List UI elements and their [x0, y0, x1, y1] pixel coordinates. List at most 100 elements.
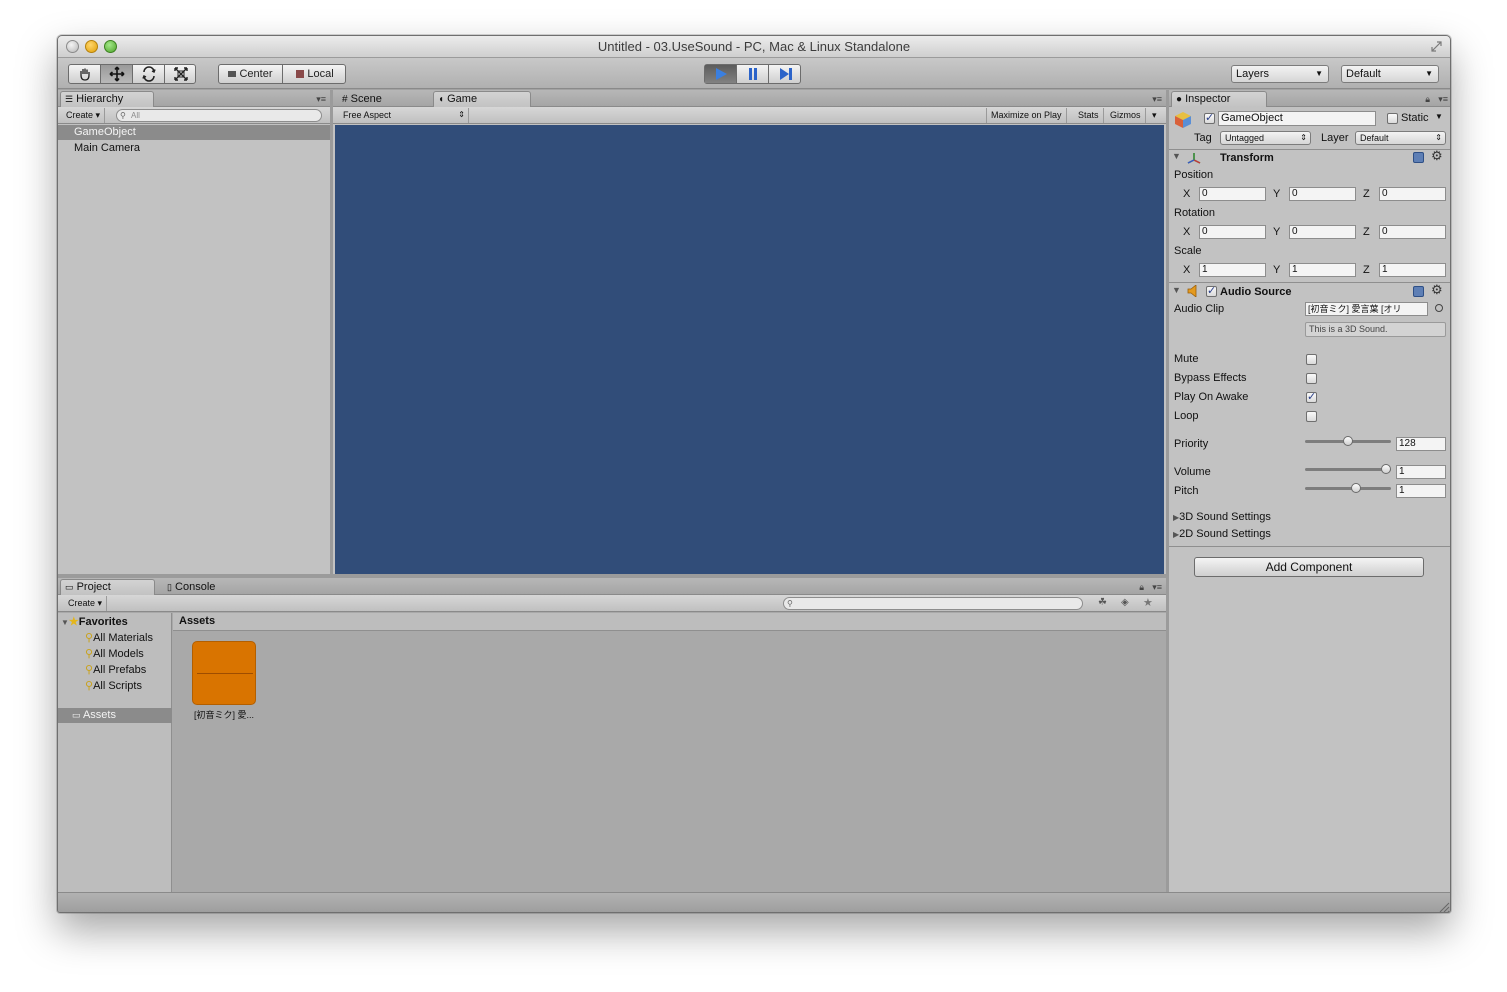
- panel-menu-icon[interactable]: ▾≡: [316, 94, 326, 105]
- slider-knob[interactable]: [1343, 436, 1353, 446]
- create-label: Create: [68, 598, 96, 608]
- scale-tool-button[interactable]: [165, 65, 197, 83]
- pitch-slider[interactable]: [1305, 481, 1391, 495]
- favorite-all-prefabs[interactable]: ⚲All Prefabs: [85, 663, 146, 676]
- static-dropdown-arrow-icon[interactable]: ▼: [1435, 112, 1443, 121]
- add-component-label: Add Component: [1265, 560, 1353, 574]
- transform-foldout-arrow-icon[interactable]: ▼: [1172, 151, 1181, 161]
- position-y-field[interactable]: 0: [1289, 187, 1356, 201]
- pause-button[interactable]: [737, 65, 769, 83]
- stats-toggle[interactable]: Stats: [1074, 108, 1104, 123]
- project-create-button[interactable]: Create ▾: [64, 596, 108, 611]
- priority-field[interactable]: 128: [1396, 437, 1446, 451]
- gizmos-toggle[interactable]: Gizmos: [1106, 108, 1146, 123]
- hierarchy-item-gameobject[interactable]: GameObject: [58, 125, 330, 140]
- space-local-button[interactable]: Local: [283, 65, 347, 83]
- favorite-all-materials[interactable]: ⚲All Materials: [85, 631, 153, 644]
- lock-icon[interactable]: 🔒︎: [1425, 94, 1430, 105]
- gear-icon[interactable]: ⚙: [1431, 148, 1443, 164]
- rotate-tool-button[interactable]: [133, 65, 165, 83]
- lock-icon[interactable]: 🔒︎: [1139, 582, 1144, 593]
- step-button[interactable]: [769, 65, 802, 83]
- volume-field[interactable]: 1: [1396, 465, 1446, 479]
- object-picker-icon[interactable]: [1435, 304, 1443, 312]
- tab-hierarchy[interactable]: ☰ Hierarchy: [60, 91, 154, 107]
- mute-checkbox[interactable]: [1306, 354, 1317, 365]
- panel-menu-icon[interactable]: ▾≡: [1438, 94, 1448, 105]
- favorite-label: All Scripts: [93, 680, 142, 692]
- layout-dropdown[interactable]: Default ▼: [1341, 65, 1439, 83]
- audio-clip-field[interactable]: [初音ミク] 愛言葉 [オリ: [1305, 302, 1428, 316]
- help-book-icon[interactable]: [1413, 286, 1424, 297]
- scale-y-field[interactable]: 1: [1289, 263, 1356, 277]
- tab-project[interactable]: ▭ Project: [60, 579, 155, 595]
- panel-menu-icon[interactable]: ▾≡: [1152, 94, 1162, 105]
- assets-folder-item[interactable]: ▭ Assets: [58, 708, 172, 723]
- hierarchy-search-input[interactable]: ⚲ All: [116, 109, 322, 122]
- hierarchy-item-main-camera[interactable]: Main Camera: [58, 141, 330, 156]
- pitch-field[interactable]: 1: [1396, 484, 1446, 498]
- maximize-on-play-toggle[interactable]: Maximize on Play: [986, 108, 1067, 123]
- rotation-y-label: Y: [1273, 226, 1281, 238]
- object-active-checkbox[interactable]: ✓: [1204, 113, 1215, 124]
- gizmos-dropdown[interactable]: ▾: [1148, 108, 1161, 123]
- sound-2d-settings-foldout[interactable]: ▶2D Sound Settings: [1173, 528, 1271, 540]
- slider-knob[interactable]: [1381, 464, 1391, 474]
- aspect-dropdown[interactable]: Free Aspect ⇕: [339, 108, 469, 123]
- loop-checkbox[interactable]: [1306, 411, 1317, 422]
- pivot-center-button[interactable]: Center: [219, 65, 283, 83]
- sound-3d-settings-foldout[interactable]: ▶3D Sound Settings: [1173, 511, 1271, 523]
- volume-slider[interactable]: [1305, 462, 1391, 476]
- tag-dropdown[interactable]: Untagged ⇕: [1220, 131, 1311, 145]
- tab-inspector[interactable]: ● Inspector: [1171, 91, 1267, 107]
- play-button[interactable]: [705, 65, 737, 83]
- add-component-button[interactable]: Add Component: [1194, 557, 1424, 577]
- position-x-field[interactable]: 0: [1199, 187, 1266, 201]
- panel-menu-icon[interactable]: ▾≡: [1152, 582, 1162, 593]
- position-x-label: X: [1183, 188, 1191, 200]
- bypass-effects-checkbox[interactable]: [1306, 373, 1317, 384]
- pitch-label: Pitch: [1174, 485, 1199, 497]
- filter-by-type-icon[interactable]: ☘: [1098, 597, 1107, 608]
- favorite-all-scripts[interactable]: ⚲All Scripts: [85, 679, 142, 692]
- move-tool-button[interactable]: [101, 65, 133, 83]
- position-z-field[interactable]: 0: [1379, 187, 1446, 201]
- rotation-y-field[interactable]: 0: [1289, 225, 1356, 239]
- fullscreen-icon[interactable]: [1431, 41, 1442, 52]
- project-search-input[interactable]: ⚲: [783, 597, 1083, 610]
- object-name-field[interactable]: GameObject: [1218, 111, 1376, 126]
- maximize-label: Maximize on Play: [991, 110, 1062, 120]
- layers-label: Layers: [1236, 68, 1270, 80]
- hand-tool-button[interactable]: [69, 65, 101, 83]
- layers-dropdown[interactable]: Layers ▼: [1231, 65, 1329, 83]
- tab-scene[interactable]: # Scene: [337, 91, 429, 107]
- game-viewport[interactable]: [335, 125, 1164, 574]
- help-book-icon[interactable]: [1413, 152, 1424, 163]
- filter-by-label-icon[interactable]: ◈: [1121, 597, 1129, 608]
- layer-dropdown[interactable]: Default ⇕: [1355, 131, 1446, 145]
- gear-icon[interactable]: ⚙: [1431, 282, 1443, 298]
- favorite-all-models[interactable]: ⚲All Models: [85, 647, 144, 660]
- asset-audio-clip[interactable]: [初音ミク] 愛...: [191, 641, 257, 721]
- search-icon: ⚲: [85, 664, 94, 676]
- rotation-label: Rotation: [1174, 207, 1215, 219]
- info-icon: ●: [1176, 94, 1183, 105]
- audio-foldout-arrow-icon[interactable]: ▼: [1172, 285, 1181, 295]
- hierarchy-create-button[interactable]: Create ▾: [62, 108, 106, 123]
- favorite-star-icon[interactable]: ★: [1143, 596, 1153, 609]
- scale-z-field[interactable]: 1: [1379, 263, 1446, 277]
- rotation-z-field[interactable]: 0: [1379, 225, 1446, 239]
- slider-knob[interactable]: [1351, 483, 1361, 493]
- dropdown-arrow-icon: ▼: [1315, 69, 1323, 78]
- static-checkbox[interactable]: [1387, 113, 1398, 124]
- play-on-awake-checkbox[interactable]: ✓: [1306, 392, 1317, 403]
- tab-game[interactable]: ◖ Game: [433, 91, 531, 107]
- rotation-x-label: X: [1183, 226, 1191, 238]
- tab-console[interactable]: ▯ Console: [162, 579, 252, 595]
- favorites-foldout[interactable]: ▼★Favorites: [61, 615, 128, 628]
- audio-source-enabled-checkbox[interactable]: ✓: [1206, 286, 1217, 297]
- scale-x-field[interactable]: 1: [1199, 263, 1266, 277]
- resize-grip-icon[interactable]: [1438, 901, 1450, 912]
- priority-slider[interactable]: [1305, 434, 1391, 448]
- rotation-x-field[interactable]: 0: [1199, 225, 1266, 239]
